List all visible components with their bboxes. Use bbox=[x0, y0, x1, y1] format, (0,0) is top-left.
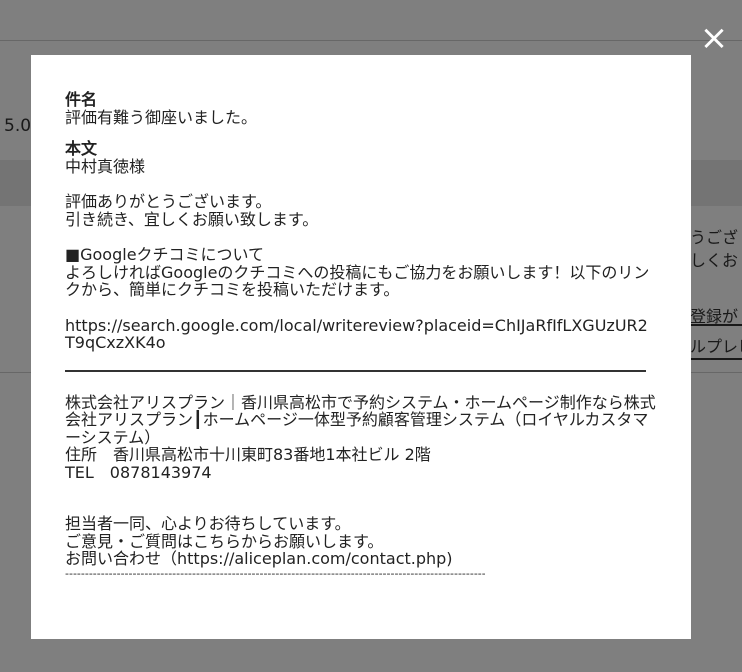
google-heading: ■Googleクチコミについて bbox=[65, 245, 265, 264]
close-icon[interactable]: × bbox=[698, 21, 730, 55]
greeting-line: 引き続き、宜しくお願い致します。 bbox=[65, 209, 319, 229]
review-url[interactable]: https://search.google.com/local/writerev… bbox=[65, 316, 657, 352]
closing-line: ご意見・ご質問はこちらからお願いします。 bbox=[65, 531, 384, 551]
google-text: よろしければGoogleのクチコミへの投稿にもご協力をお願いします！以下のリンク… bbox=[65, 262, 650, 299]
company-line: 株式会社アリスプラン｜香川県高松市で予約システム・ホームページ制作なら株式会社ア… bbox=[65, 392, 656, 447]
recipient-name: 中村真徳様 bbox=[65, 156, 146, 176]
dashed-separator: ----------------------------------------… bbox=[65, 567, 485, 580]
greeting-line: 評価ありがとうございます。 bbox=[65, 192, 272, 211]
company-address: 住所 香川県高松市十川東町83番地1本社ビル 2階 bbox=[65, 445, 431, 464]
body-label: 本文 bbox=[65, 139, 98, 158]
divider bbox=[65, 369, 646, 372]
message-content: 件名 評価有難う御座いました。 本文 中村真徳様 評価ありがとうございます。 引… bbox=[65, 91, 657, 580]
message-modal: 件名 評価有難う御座いました。 本文 中村真徳様 評価ありがとうございます。 引… bbox=[31, 55, 691, 639]
company-tel: TEL 0878143974 bbox=[65, 462, 212, 482]
subject-label: 件名 bbox=[65, 90, 98, 109]
closing-line: 担当者一同、心よりお待ちしています。 bbox=[65, 514, 351, 533]
contact-link[interactable]: お問い合わせ（https://aliceplan.com/contact.php… bbox=[65, 550, 657, 568]
subject-value: 評価有難う御座いました。 bbox=[65, 107, 258, 127]
